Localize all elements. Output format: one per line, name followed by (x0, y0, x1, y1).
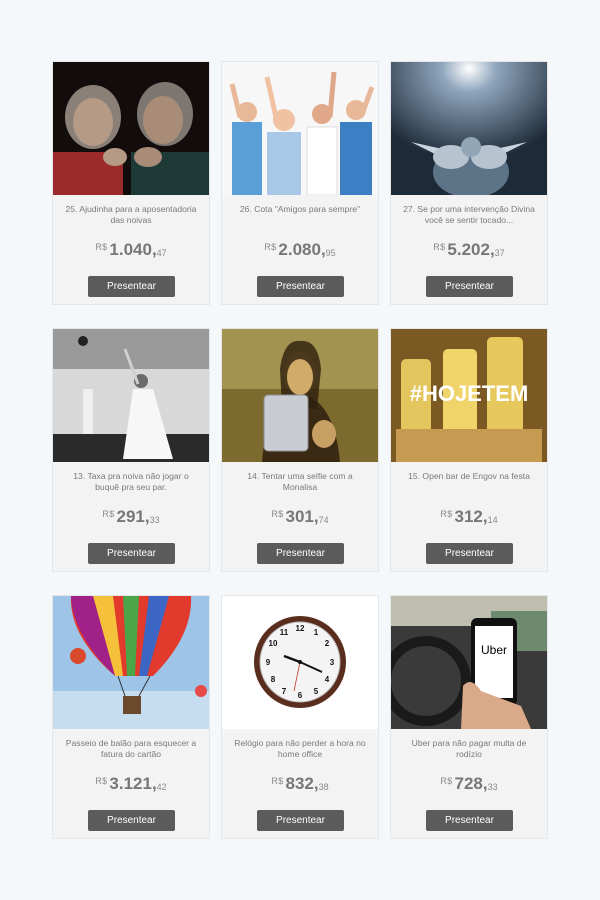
gift-title: Passeio de balão para esquecer a fatura … (65, 738, 197, 759)
gift-image-uber-phone[interactable]: Uber (391, 596, 547, 729)
uber-logo-text: Uber (481, 643, 507, 657)
price-integer: 728, (454, 774, 488, 793)
gift-card: 13. Taxa pra noiva não jogar o buquê pra… (52, 328, 210, 572)
gift-title: 14. Tentar uma selfie com a Monalisa (247, 471, 353, 492)
presentear-button[interactable]: Presentear (88, 543, 175, 564)
price-currency: R$ (440, 776, 453, 786)
gift-card: #HOJETEM 15. Open bar de Engov na festa … (390, 328, 548, 572)
gift-image-engov[interactable]: #HOJETEM (391, 329, 547, 462)
gift-price: R$ 728,33 (391, 774, 547, 794)
svg-text:3: 3 (330, 658, 335, 667)
gift-image-monalisa-selfie[interactable] (222, 329, 378, 462)
gift-card: Uber Uber para não pagar multa de rodízi… (390, 595, 548, 839)
svg-text:9: 9 (266, 658, 271, 667)
price-integer: 832, (285, 774, 319, 793)
price-currency: R$ (102, 509, 115, 519)
gift-price: R$ 291,33 (53, 507, 209, 527)
svg-text:4: 4 (325, 675, 330, 684)
gift-price: R$ 2.080,95 (222, 240, 378, 260)
svg-text:2: 2 (325, 639, 330, 648)
gift-card: 27. Se por uma intervenção Divina você s… (390, 61, 548, 305)
price-currency: R$ (271, 776, 284, 786)
gift-title: Uber para não pagar multa de rodízio (411, 738, 527, 759)
svg-text:6: 6 (298, 691, 303, 700)
price-currency: R$ (433, 242, 446, 252)
price-cents: 14 (487, 515, 498, 525)
svg-text:8: 8 (271, 675, 276, 684)
presentear-button[interactable]: Presentear (257, 810, 344, 831)
gift-image-hot-air-balloon[interactable] (53, 596, 209, 729)
gift-card: 26. Cota "Amigos para sempre" R$ 2.080,95… (221, 61, 379, 305)
presentear-button[interactable]: Presentear (257, 276, 344, 297)
price-cents: 33 (487, 782, 498, 792)
gift-price: R$ 832,38 (222, 774, 378, 794)
gift-price: R$ 3.121,42 (53, 774, 209, 794)
price-integer: 2.080, (278, 240, 326, 259)
gift-title: 26. Cota "Amigos para sempre" (239, 204, 361, 214)
price-currency: R$ (95, 242, 108, 252)
gift-title: 27. Se por uma intervenção Divina você s… (403, 204, 535, 225)
price-cents: 42 (156, 782, 167, 792)
gift-title: 13. Taxa pra noiva não jogar o buquê pra… (73, 471, 189, 492)
gift-card: Passeio de balão para esquecer a fatura … (52, 595, 210, 839)
price-currency: R$ (440, 509, 453, 519)
gift-card: 14. Tentar uma selfie com a Monalisa R$ 3… (221, 328, 379, 572)
price-cents: 38 (318, 782, 329, 792)
gift-price: R$ 312,14 (391, 507, 547, 527)
price-integer: 312, (454, 507, 488, 526)
price-integer: 1.040, (109, 240, 157, 259)
gift-card: 25. Ajudinha para a aposentadoria das no… (52, 61, 210, 305)
gift-grid: 25. Ajudinha para a aposentadoria das no… (52, 61, 548, 839)
price-cents: 33 (149, 515, 160, 525)
svg-text:1: 1 (314, 628, 319, 637)
gift-card: 12 1 2 345 678 9 10 11 Relógio para não perd… (221, 595, 379, 839)
svg-text:10: 10 (269, 639, 278, 648)
gift-title: 25. Ajudinha para a aposentadoria das no… (65, 204, 197, 225)
gift-price: R$ 5.202,37 (391, 240, 547, 260)
svg-text:7: 7 (282, 687, 287, 696)
price-currency: R$ (95, 776, 108, 786)
price-cents: 95 (325, 248, 336, 258)
presentear-button[interactable]: Presentear (88, 810, 175, 831)
price-currency: R$ (264, 242, 277, 252)
gift-title: 15. Open bar de Engov na festa (408, 471, 530, 481)
presentear-button[interactable]: Presentear (426, 810, 513, 831)
gift-image-wall-clock[interactable]: 12 1 2 345 678 9 10 11 (222, 596, 378, 729)
price-integer: 301, (285, 507, 319, 526)
svg-text:11: 11 (280, 628, 289, 637)
presentear-button[interactable]: Presentear (257, 543, 344, 564)
hojetem-text: #HOJETEM (410, 381, 529, 406)
gift-image-divine-hands[interactable] (391, 62, 547, 195)
price-cents: 74 (318, 515, 329, 525)
presentear-button[interactable]: Presentear (426, 543, 513, 564)
svg-text:12: 12 (296, 624, 305, 633)
price-currency: R$ (271, 509, 284, 519)
price-cents: 47 (156, 248, 167, 258)
presentear-button[interactable]: Presentear (426, 276, 513, 297)
svg-text:5: 5 (314, 687, 319, 696)
gift-price: R$ 1.040,47 (53, 240, 209, 260)
price-integer: 3.121, (109, 774, 157, 793)
price-cents: 37 (494, 248, 505, 258)
presentear-button[interactable]: Presentear (88, 276, 175, 297)
gift-image-group-cheering[interactable] (222, 62, 378, 195)
gift-image-elderly-women[interactable] (53, 62, 209, 195)
gift-image-bride-bouquet[interactable] (53, 329, 209, 462)
gift-price: R$ 301,74 (222, 507, 378, 527)
price-integer: 5.202, (447, 240, 495, 259)
gift-title: Relógio para não perder a hora no home o… (234, 738, 366, 759)
price-integer: 291, (116, 507, 150, 526)
